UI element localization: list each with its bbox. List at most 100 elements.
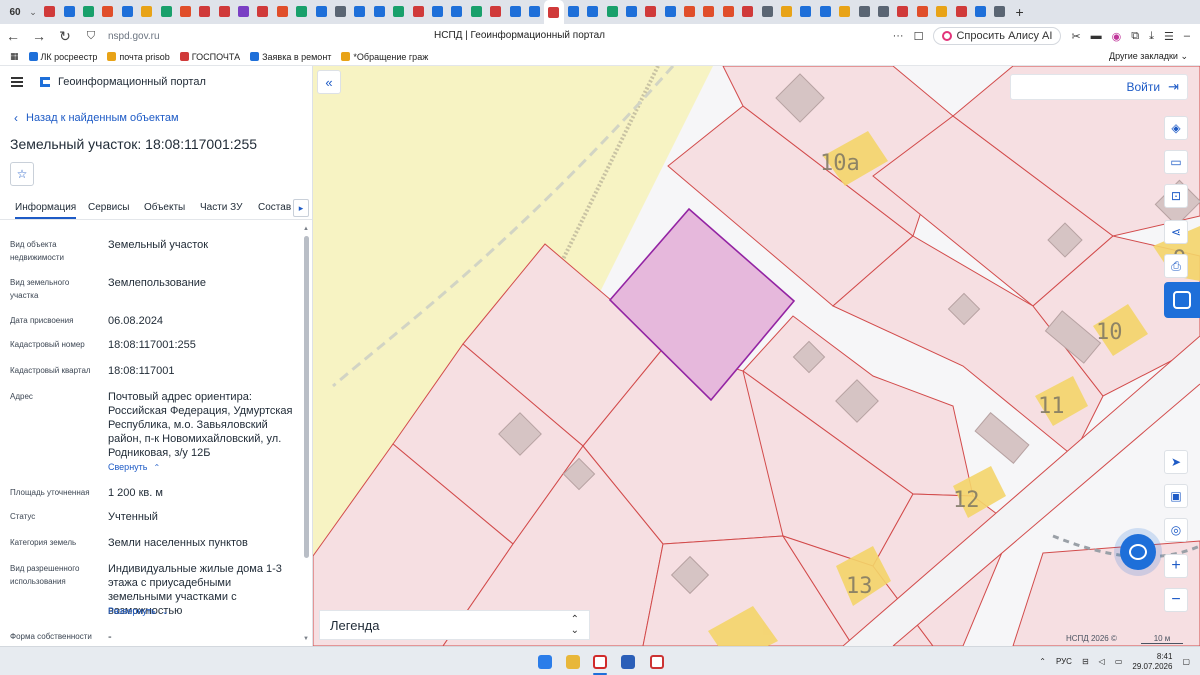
browser-tab[interactable] xyxy=(564,0,583,22)
hamburger-menu-icon[interactable] xyxy=(11,77,23,87)
browser-tab[interactable] xyxy=(79,0,98,22)
browser-tab[interactable] xyxy=(428,0,447,22)
panorama-button[interactable] xyxy=(1164,282,1200,318)
tab-counter[interactable]: 60 xyxy=(4,3,26,21)
browser-tab[interactable] xyxy=(874,0,893,22)
browser-tab[interactable] xyxy=(622,0,641,22)
yandex-browser-icon[interactable] xyxy=(593,655,607,669)
legend-dropdown[interactable]: Легенда ⌃ ⌄ xyxy=(319,610,590,640)
browser-tab[interactable] xyxy=(467,0,486,22)
browser-tab[interactable] xyxy=(680,0,699,22)
tab-list-chevron-icon[interactable]: ⌄ xyxy=(26,7,40,18)
battery-icon[interactable]: ▭ xyxy=(1115,657,1123,666)
browser-tab[interactable] xyxy=(273,0,292,22)
browser-tab[interactable] xyxy=(835,0,854,22)
browser-tab[interactable] xyxy=(331,0,350,22)
browser-tab[interactable] xyxy=(408,0,427,22)
browser-tab[interactable] xyxy=(350,0,369,22)
extension-icon[interactable]: ✂ xyxy=(1071,30,1080,43)
attr-value[interactable]: 18:08:117001 xyxy=(108,364,294,378)
browser-tab[interactable] xyxy=(176,0,195,22)
back-arrow-icon[interactable]: ← xyxy=(0,28,26,44)
geolocate-button[interactable]: ◎ xyxy=(1164,518,1188,542)
other-bookmarks[interactable]: Другие закладки ⌄ xyxy=(1109,51,1188,62)
tabs-scroll-right-button[interactable]: ▸ xyxy=(293,199,309,217)
browser-tab[interactable] xyxy=(661,0,680,22)
extensions-puzzle-icon[interactable]: ⧉ xyxy=(1131,30,1139,43)
minimize-icon[interactable]: – xyxy=(1184,30,1190,42)
minimap-button[interactable]: ▣ xyxy=(1164,484,1188,508)
downloads-icon[interactable]: ⤓ xyxy=(1149,30,1154,43)
browser-tab[interactable] xyxy=(389,0,408,22)
browser-tab[interactable] xyxy=(195,0,214,22)
browser-tab[interactable] xyxy=(971,0,990,22)
browser-tab[interactable] xyxy=(699,0,718,22)
volume-icon[interactable]: ◁ xyxy=(1099,657,1105,666)
browser-tab[interactable] xyxy=(525,0,544,22)
browser-tab[interactable] xyxy=(583,0,602,22)
reload-icon[interactable]: ↻ xyxy=(52,28,78,45)
bookmark-item[interactable]: ЛК росреестр xyxy=(28,52,97,62)
app-icon[interactable] xyxy=(650,655,664,669)
layers-button[interactable]: ◈ xyxy=(1164,116,1188,140)
bookmarks-grid-icon[interactable]: ▦ xyxy=(10,51,19,62)
tab-services[interactable]: Сервисы xyxy=(88,202,129,213)
scroll-down-arrow-icon[interactable]: ▼ xyxy=(303,636,309,642)
browser-tab[interactable] xyxy=(932,0,951,22)
language-indicator[interactable]: РУС xyxy=(1056,657,1072,666)
bookmark-icon[interactable]: ☐ xyxy=(914,30,924,43)
browser-tab[interactable] xyxy=(854,0,873,22)
url-field[interactable]: nspd.gov.ru xyxy=(108,31,408,42)
browser-tab[interactable] xyxy=(370,0,389,22)
browser-tab[interactable] xyxy=(118,0,137,22)
network-icon[interactable]: ⊟ xyxy=(1082,657,1089,666)
scroll-up-arrow-icon[interactable]: ▲ xyxy=(303,226,309,232)
browser-tab[interactable] xyxy=(602,0,621,22)
browser-tab[interactable] xyxy=(137,0,156,22)
tray-chevron-up-icon[interactable]: ⌃ xyxy=(1039,657,1046,666)
ask-alice-button[interactable]: Спросить Алису AI xyxy=(933,27,1062,45)
print-button[interactable]: ⎙ xyxy=(1164,254,1188,278)
browser-tab[interactable] xyxy=(311,0,330,22)
attr-value[interactable]: 18:08:117001:255 xyxy=(108,338,294,352)
new-tab-button[interactable]: + xyxy=(1010,4,1030,20)
map-view[interactable]: 10а 9 10 11 12 13 « Войти ⇥ ◈ ▭ ⊡ ⋖ ⎙ ➤ … xyxy=(313,66,1200,646)
browser-tab[interactable] xyxy=(40,0,59,22)
collapse-address-link[interactable]: Свернуть ⌃ xyxy=(108,462,160,472)
browser-tab[interactable] xyxy=(893,0,912,22)
browser-tab[interactable] xyxy=(253,0,272,22)
menu-icon[interactable]: ☰ xyxy=(1164,30,1174,43)
more-icon[interactable]: ··· xyxy=(893,30,904,42)
browser-tab[interactable] xyxy=(505,0,524,22)
browser-tab[interactable] xyxy=(913,0,932,22)
browser-tab[interactable] xyxy=(292,0,311,22)
browser-tab[interactable] xyxy=(215,0,234,22)
browser-tab[interactable] xyxy=(951,0,970,22)
back-to-results-link[interactable]: ‹ Назад к найденным объектам xyxy=(14,111,179,125)
browser-tab[interactable] xyxy=(777,0,796,22)
browser-tab[interactable] xyxy=(641,0,660,22)
login-button[interactable]: Войти ⇥ xyxy=(1010,74,1188,100)
bookmark-item[interactable]: почта prisob xyxy=(107,52,170,62)
browser-tab[interactable] xyxy=(719,0,738,22)
select-area-button[interactable]: ⊡ xyxy=(1164,184,1188,208)
browser-tab[interactable] xyxy=(990,0,1009,22)
browser-tab[interactable] xyxy=(156,0,175,22)
browser-tab[interactable] xyxy=(544,0,564,24)
vpn-icon[interactable]: ◉ xyxy=(1112,30,1122,43)
tab-information[interactable]: Информация xyxy=(15,202,77,219)
chat-assistant-button[interactable] xyxy=(1120,534,1156,570)
browser-tab[interactable] xyxy=(486,0,505,22)
bookmark-item[interactable]: *Обращение граж xyxy=(341,52,428,62)
forward-arrow-icon[interactable]: → xyxy=(26,28,52,44)
tab-objects[interactable]: Объекты xyxy=(144,202,185,213)
word-icon[interactable] xyxy=(621,655,635,669)
zoom-in-button[interactable]: + xyxy=(1164,554,1188,578)
file-explorer-icon[interactable] xyxy=(566,655,580,669)
expand-permitted-use-link[interactable]: Развернуть ⌄ xyxy=(108,606,168,616)
favorite-star-button[interactable]: ☆ xyxy=(10,162,34,186)
tab-parts[interactable]: Части ЗУ xyxy=(200,202,242,213)
browser-tab[interactable] xyxy=(816,0,835,22)
measure-button[interactable]: ▭ xyxy=(1164,150,1188,174)
tab-composition[interactable]: Состав xyxy=(258,202,291,213)
